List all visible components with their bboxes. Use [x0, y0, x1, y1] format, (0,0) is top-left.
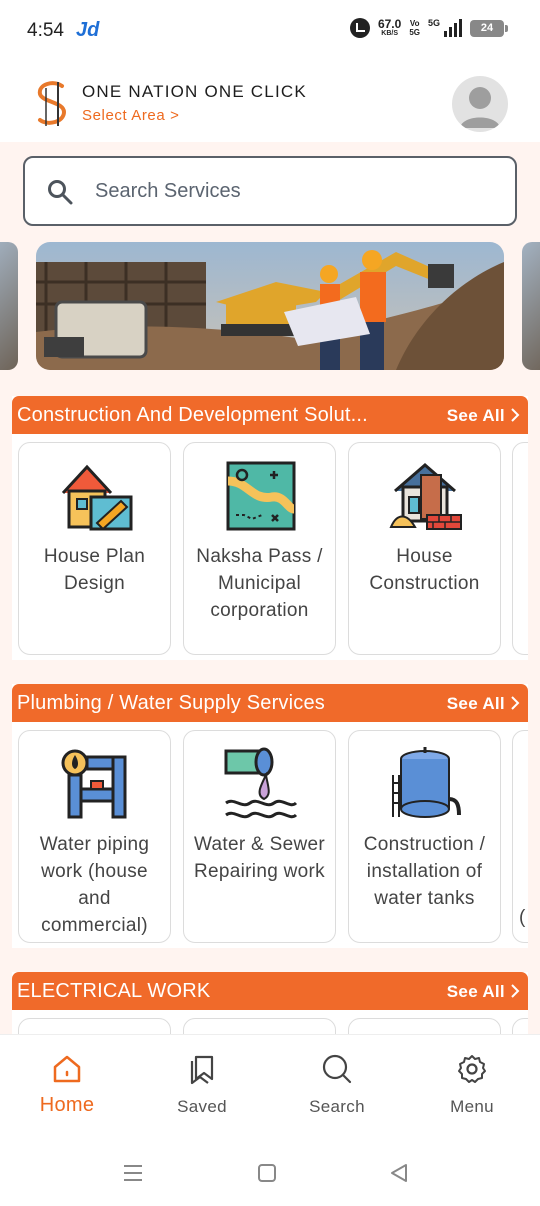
nav-label: Menu	[450, 1097, 494, 1116]
nav-menu[interactable]: Menu	[422, 1053, 522, 1117]
brand-logo-icon	[37, 81, 67, 126]
construction-banner-image	[36, 242, 504, 370]
status-time: 4:54	[27, 20, 64, 41]
service-card-label: Water piping work (house and commercial)	[39, 834, 150, 936]
map-icon	[226, 461, 296, 531]
service-card-next[interactable]: (	[512, 730, 528, 943]
service-card-label: Naksha Pass / Municipal corporation	[196, 546, 323, 621]
search-icon	[322, 1054, 352, 1084]
banner-prev-slide[interactable]	[0, 242, 18, 370]
service-card[interactable]: House Plan Design	[18, 442, 171, 655]
volte-top: Vo	[409, 19, 420, 28]
service-card[interactable]: Naksha Pass / Municipal corporation	[183, 442, 336, 655]
section-header: Plumbing / Water Supply Services See All	[12, 684, 528, 722]
see-all-link[interactable]: See All	[447, 406, 520, 426]
see-all-label: See All	[446, 982, 505, 1001]
nav-search[interactable]: Search	[287, 1053, 387, 1117]
battery-icon: 24	[470, 19, 508, 37]
volte-bottom: 5G	[409, 28, 420, 37]
service-card[interactable]	[348, 1018, 501, 1034]
service-card-next[interactable]	[512, 1018, 528, 1034]
section-electrical: ELECTRICAL WORK See All	[12, 972, 528, 1034]
home-button-icon[interactable]	[256, 1162, 278, 1184]
signal-icon	[444, 19, 462, 37]
house-construction-icon	[389, 463, 462, 530]
network-speed-unit: KB/S	[381, 29, 398, 37]
network-type: 5G	[427, 18, 440, 28]
see-all-label: See All	[446, 694, 505, 713]
service-card-peek-label: (	[519, 907, 526, 928]
saved-icon	[190, 1055, 214, 1085]
section-title: Construction And Development Solut...	[17, 404, 368, 426]
brand-title: ONE NATION ONE CLICK	[82, 82, 307, 101]
network-speed: 67.0 KB/S	[378, 18, 401, 38]
chevron-right-icon	[511, 696, 520, 710]
service-card-label: House Plan Design	[43, 546, 146, 594]
chevron-right-icon	[511, 408, 520, 422]
section-title: ELECTRICAL WORK	[17, 980, 211, 1002]
app-header: ONE NATION ONE CLICK Select Area >	[0, 60, 540, 142]
service-card-label: House Construction	[369, 546, 480, 594]
see-all-label: See All	[446, 406, 505, 425]
service-card-label: Water & Sewer Repairing work	[194, 834, 325, 882]
nav-saved[interactable]: Saved	[152, 1053, 252, 1117]
water-pipes-icon	[61, 749, 127, 819]
sewer-pipe-icon	[224, 747, 298, 819]
main-content: Construction And Development Solut... Se…	[0, 142, 540, 1034]
avatar[interactable]	[452, 76, 508, 132]
user-icon	[460, 87, 500, 128]
alarm-icon	[349, 18, 370, 38]
search-box[interactable]	[23, 156, 517, 226]
service-card[interactable]: Water & Sewer Repairing work	[183, 730, 336, 943]
water-tank-icon	[392, 747, 461, 818]
section-title: Plumbing / Water Supply Services	[17, 692, 326, 714]
section-construction: Construction And Development Solut... Se…	[12, 396, 528, 660]
nav-label: Home	[39, 1094, 95, 1116]
see-all-link[interactable]: See All	[447, 982, 520, 1002]
back-icon[interactable]	[388, 1162, 410, 1184]
section-header: Construction And Development Solut... Se…	[12, 396, 528, 434]
search-icon	[48, 180, 73, 205]
system-nav-bar	[0, 1138, 540, 1206]
service-cards	[18, 1018, 528, 1034]
bottom-nav: Home Saved Search Menu	[0, 1034, 540, 1138]
service-card[interactable]: House Construction	[348, 442, 501, 655]
service-card[interactable]	[18, 1018, 171, 1034]
service-card[interactable]: Construction / installation of water tan…	[348, 730, 501, 943]
jd-app-icon: Jd	[76, 19, 100, 41]
volte-indicator: Vo 5G	[409, 19, 420, 37]
service-card-next[interactable]	[512, 442, 528, 655]
service-card-label: Construction / installation of water tan…	[363, 834, 486, 909]
banner-carousel[interactable]	[0, 242, 540, 370]
chevron-right-icon	[511, 984, 520, 998]
nav-label: Saved	[177, 1097, 227, 1116]
service-card[interactable]: Water piping work (house and commercial)	[18, 730, 171, 943]
gear-icon	[458, 1055, 486, 1083]
nav-home[interactable]: Home	[17, 1053, 117, 1117]
banner-next-slide[interactable]	[522, 242, 540, 370]
section-header: ELECTRICAL WORK See All	[12, 972, 528, 1010]
see-all-link[interactable]: See All	[447, 694, 520, 714]
recents-icon[interactable]	[122, 1162, 144, 1184]
service-cards: Water piping work (house and commercial)…	[18, 730, 528, 944]
service-card[interactable]	[183, 1018, 336, 1034]
home-icon	[53, 1055, 81, 1083]
banner-slide[interactable]	[36, 242, 504, 370]
search-input[interactable]	[95, 158, 495, 224]
status-bar: 4:54 Jd 67.0 KB/S Vo 5G 5G 24	[0, 0, 540, 60]
nav-label: Search	[309, 1097, 365, 1116]
house-plan-icon	[61, 464, 133, 531]
select-area-link[interactable]: Select Area >	[82, 107, 179, 124]
section-plumbing: Plumbing / Water Supply Services See All…	[12, 684, 528, 948]
service-cards: House Plan Design Naksha Pass / Municipa…	[18, 442, 528, 656]
